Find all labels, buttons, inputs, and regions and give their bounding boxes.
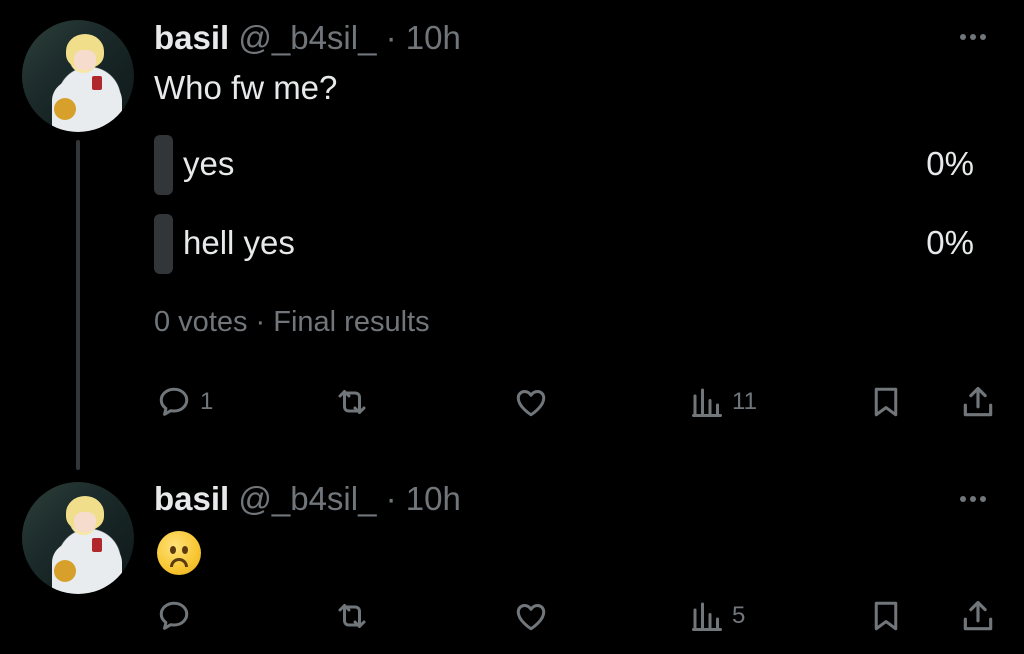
share-button[interactable] [958, 596, 998, 636]
views-button[interactable]: 5 [690, 596, 745, 636]
emoji-eye [182, 546, 188, 554]
poll-option-label: yes [183, 145, 235, 182]
display-name[interactable]: basil [154, 480, 229, 517]
avatar-ribbon [92, 76, 102, 90]
poll-option-label: hell yes [183, 224, 295, 261]
retweet-button[interactable] [332, 596, 372, 636]
views-button[interactable]: 11 [690, 382, 757, 422]
like-icon [516, 604, 546, 631]
emoji-mouth [170, 558, 188, 567]
emoji-eye [170, 546, 176, 554]
views-icon [692, 388, 722, 417]
avatar-accent [54, 98, 76, 120]
action-bar: 1 11 [0, 382, 1024, 422]
like-icon [516, 390, 546, 417]
avatar[interactable] [22, 20, 134, 132]
more-icon[interactable] [960, 30, 1000, 44]
poll-option: yes 0% [154, 135, 974, 195]
avatar-face [74, 50, 96, 70]
retweet-icon [338, 390, 366, 414]
display-name[interactable]: basil [154, 19, 229, 56]
bookmark-icon [874, 601, 898, 631]
like-button[interactable] [512, 382, 550, 422]
retweet-icon [338, 604, 366, 628]
bookmark-icon [874, 387, 898, 417]
reply-button[interactable]: 1 [156, 382, 213, 422]
frowning-face-emoji [157, 531, 201, 575]
views-icon [692, 602, 722, 631]
reply-icon [159, 601, 189, 630]
poll-option-percent: 0% [926, 145, 974, 182]
poll-bar [154, 135, 173, 195]
action-bar: 5 [0, 596, 1024, 636]
avatar-face [74, 512, 96, 532]
tweet-text: Who fw me? [154, 69, 338, 106]
tweet-header: basil @_b4sil_ · 10h [154, 19, 461, 57]
handle[interactable]: @_b4sil_ [238, 19, 376, 56]
share-icon [963, 600, 993, 631]
avatar[interactable] [22, 482, 134, 594]
handle[interactable]: @_b4sil_ [238, 480, 376, 517]
reply-icon [159, 387, 189, 416]
share-icon [963, 386, 993, 417]
reply-count: 1 [200, 388, 214, 415]
retweet-button[interactable] [332, 382, 372, 422]
views-count: 5 [732, 602, 746, 629]
avatar-ribbon [92, 538, 102, 552]
poll-option: hell yes 0% [154, 214, 974, 274]
reply-button[interactable] [156, 596, 192, 636]
timestamp[interactable]: · 10h [386, 19, 461, 56]
bookmark-button[interactable] [868, 382, 904, 422]
poll-summary: 0 votes · Final results [154, 306, 430, 338]
poll-option-percent: 0% [926, 224, 974, 261]
timestamp[interactable]: · 10h [386, 480, 461, 517]
avatar-accent [54, 560, 76, 582]
share-button[interactable] [958, 382, 998, 422]
more-icon[interactable] [960, 492, 1000, 506]
like-button[interactable] [512, 596, 550, 636]
poll-bar [154, 214, 173, 274]
tweet-header: basil @_b4sil_ · 10h [154, 480, 461, 518]
views-count: 11 [732, 388, 757, 415]
bookmark-button[interactable] [868, 596, 904, 636]
